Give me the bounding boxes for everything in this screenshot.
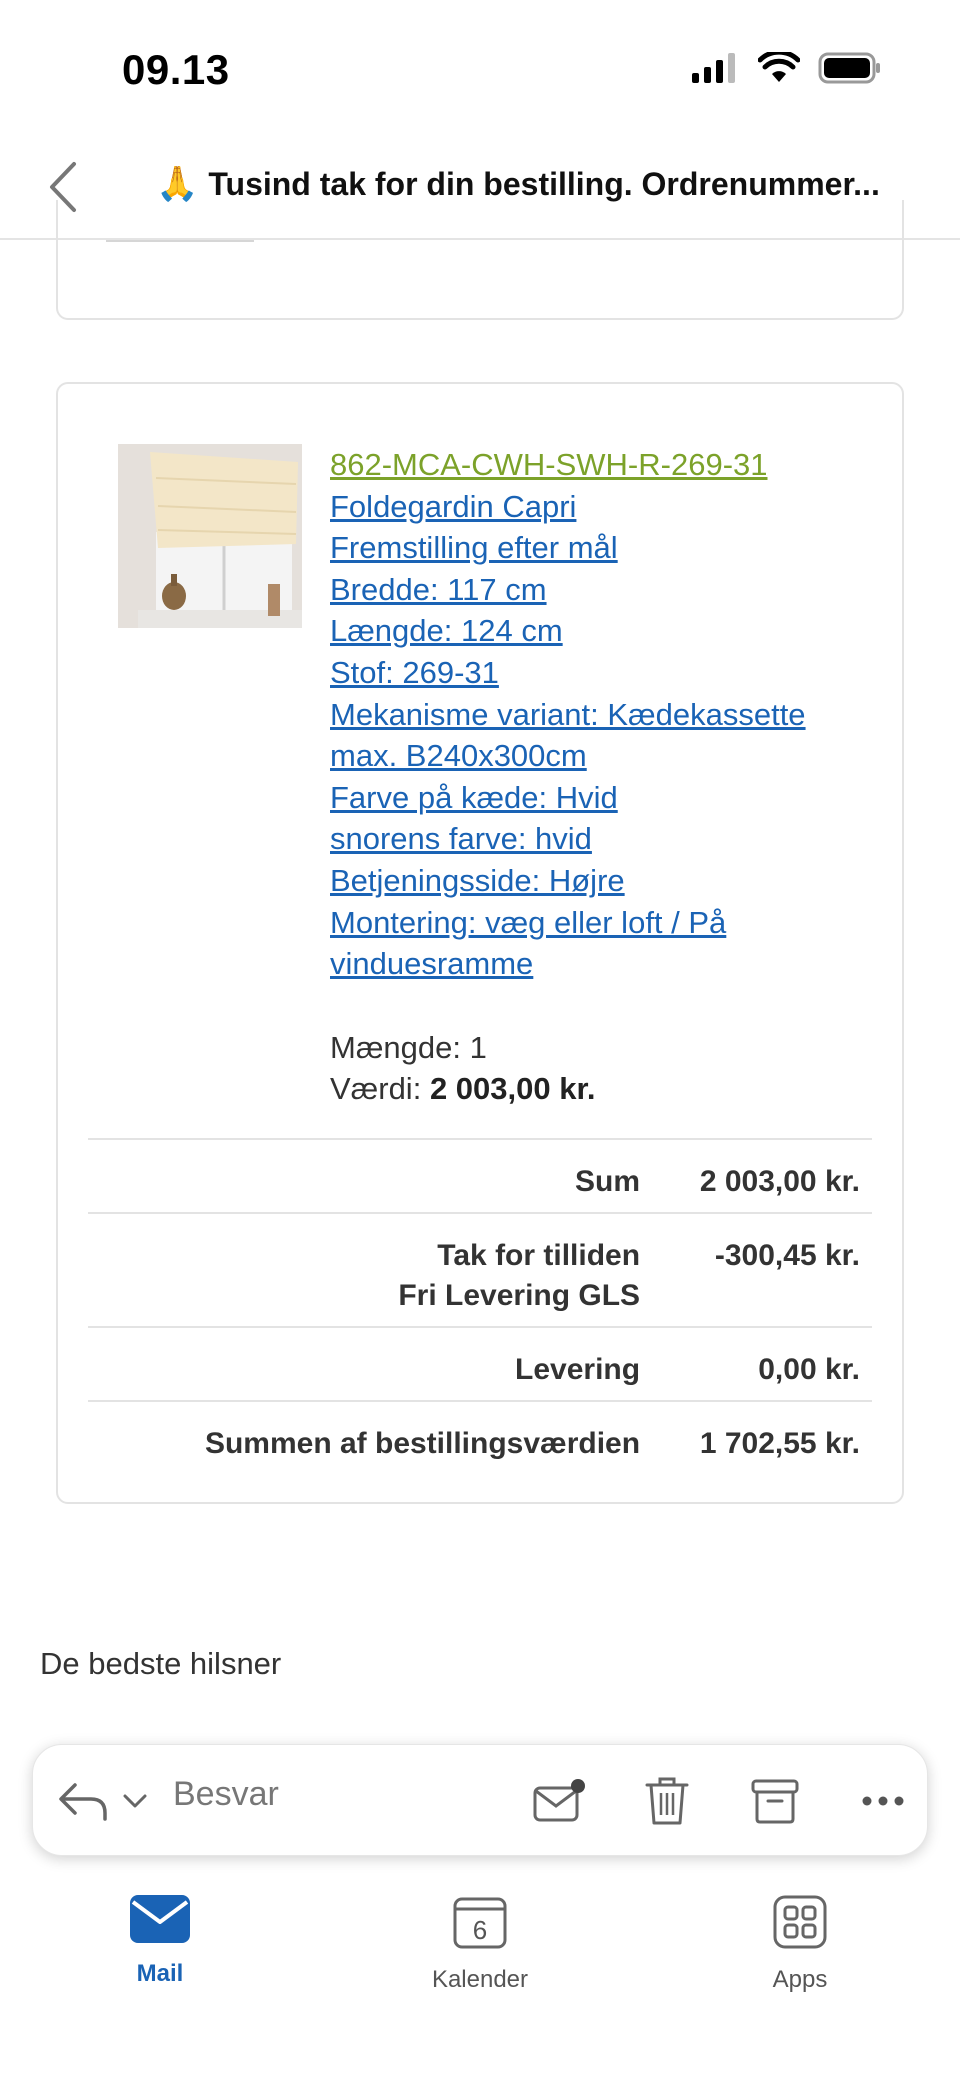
totals-row-discount: Tak for tilliden Fri Levering GLS -300,4… bbox=[88, 1212, 872, 1326]
value-label: Værdi: bbox=[330, 1071, 422, 1107]
email-subject-text: Tusind tak for din bestilling. Ordrenumm… bbox=[208, 166, 880, 202]
status-icons bbox=[692, 49, 882, 89]
quantity-value: 1 bbox=[469, 1029, 487, 1065]
product-detail-link[interactable]: Montering: væg eller loft / På bbox=[330, 902, 870, 944]
totals-value: 2 003,00 kr. bbox=[699, 1165, 860, 1198]
quantity-label: Mængde: bbox=[330, 1029, 461, 1065]
totals-label: Levering bbox=[515, 1353, 641, 1386]
totals-label: Summen af bestillingsværdien bbox=[204, 1427, 641, 1460]
product-detail-link[interactable]: Farve på kæde: Hvid bbox=[330, 777, 870, 819]
calendar-day-badge: 6 bbox=[473, 1915, 487, 1945]
product-detail-link[interactable]: Betjeningsside: Højre bbox=[330, 860, 870, 902]
mark-unread-icon bbox=[533, 1779, 585, 1822]
totals-row-delivery: Levering 0,00 kr. bbox=[88, 1326, 872, 1400]
battery-icon bbox=[818, 52, 882, 89]
calendar-icon: 6 bbox=[453, 1897, 507, 1949]
archive-button[interactable] bbox=[745, 1771, 805, 1831]
tab-label: Apps bbox=[772, 1966, 828, 1993]
product-detail-link[interactable]: Længde: 124 cm bbox=[330, 610, 870, 652]
order-item-card: 862-MCA-CWH-SWH-R-269-31 Foldegardin Cap… bbox=[56, 382, 904, 1504]
totals-row-sum: Sum 2 003,00 kr. bbox=[88, 1138, 872, 1212]
product-detail-link[interactable]: Stof: 269-31 bbox=[330, 652, 870, 694]
wifi-icon bbox=[757, 49, 801, 89]
discount-sublabel: Fri Levering GLS bbox=[398, 1279, 641, 1312]
tab-mail[interactable]: Mail bbox=[60, 1894, 260, 2024]
totals-value: 0,00 kr. bbox=[758, 1353, 860, 1386]
product-detail-link[interactable]: Mekanisme variant: Kædekassette bbox=[330, 694, 870, 736]
trash-icon bbox=[645, 1777, 689, 1825]
chevron-down-icon[interactable] bbox=[121, 1791, 149, 1811]
order-totals-table: Sum 2 003,00 kr. Tak for tilliden Fri Le… bbox=[88, 1138, 872, 1474]
apps-grid-icon bbox=[773, 1895, 827, 1949]
email-subject: 🙏 Tusind tak for din bestilling. Ordrenum… bbox=[156, 164, 916, 204]
totals-label: Sum bbox=[575, 1165, 641, 1198]
quantity-value-block: Mængde: 1 Værdi: 2 003,00 kr. bbox=[330, 1027, 870, 1110]
tab-bar: Mail 6 Kalender Apps bbox=[0, 1880, 960, 2081]
product-details: 862-MCA-CWH-SWH-R-269-31 Foldegardin Cap… bbox=[330, 444, 870, 1110]
status-bar: 09.13 bbox=[0, 0, 960, 140]
reply-input[interactable]: Besvar bbox=[173, 1775, 279, 1814]
delete-button[interactable] bbox=[637, 1771, 697, 1831]
product-detail-link[interactable]: max. B240x300cm bbox=[330, 735, 870, 777]
mail-icon bbox=[130, 1895, 190, 1943]
tab-apps[interactable]: Apps bbox=[700, 1894, 900, 2024]
status-time: 09.13 bbox=[122, 46, 230, 93]
tab-label: Kalender bbox=[431, 1966, 529, 1993]
mark-unread-button[interactable] bbox=[529, 1771, 589, 1831]
more-icon bbox=[862, 1796, 904, 1806]
product-detail-link[interactable]: Foldegardin Capri bbox=[330, 486, 870, 528]
product-detail-link[interactable]: snorens farve: hvid bbox=[330, 818, 870, 860]
email-action-bar: Besvar bbox=[32, 1744, 928, 1856]
product-sku-link[interactable]: 862-MCA-CWH-SWH-R-269-31 bbox=[330, 444, 870, 486]
tab-calendar[interactable]: 6 Kalender bbox=[380, 1894, 580, 2024]
quantity-row: Mængde: 1 bbox=[330, 1027, 870, 1069]
discount-label: Tak for tilliden bbox=[437, 1239, 641, 1272]
more-button[interactable] bbox=[853, 1771, 913, 1831]
totals-row-grand-total: Summen af bestillingsværdien 1 702,55 kr… bbox=[88, 1400, 872, 1474]
previous-order-card bbox=[56, 200, 904, 320]
totals-label: Tak for tilliden Fri Levering GLS bbox=[88, 1214, 656, 1326]
folded-hands-emoji: 🙏 bbox=[156, 165, 199, 203]
previous-card-divider bbox=[106, 240, 254, 242]
value-row: Værdi: 2 003,00 kr. bbox=[330, 1068, 870, 1110]
product-detail-link[interactable]: Fremstilling efter mål bbox=[330, 527, 870, 569]
product-detail-link[interactable]: Bredde: 117 cm bbox=[330, 569, 870, 611]
archive-icon bbox=[751, 1779, 799, 1824]
totals-value: -300,45 kr. bbox=[714, 1239, 860, 1272]
value-amount: 2 003,00 kr. bbox=[429, 1071, 596, 1107]
product-image[interactable] bbox=[118, 444, 302, 628]
email-greeting: De bedste hilsner bbox=[40, 1646, 282, 1681]
reply-icon bbox=[59, 1783, 107, 1821]
cellular-signal-icon bbox=[692, 53, 740, 88]
product-detail-link[interactable]: vinduesramme bbox=[330, 943, 870, 985]
tab-label: Mail bbox=[136, 1960, 184, 1987]
totals-value: 1 702,55 kr. bbox=[699, 1427, 860, 1460]
